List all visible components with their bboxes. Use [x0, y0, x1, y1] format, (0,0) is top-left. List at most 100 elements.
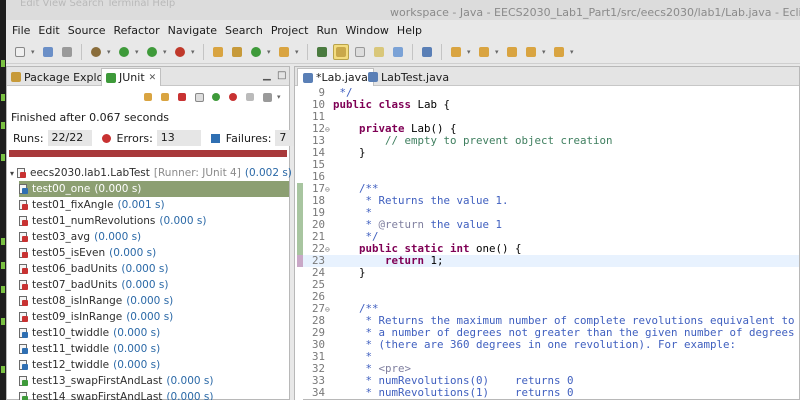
code-line[interactable]: 23 return 1;: [303, 255, 799, 267]
toggle-breadcrumb-icon[interactable]: [333, 43, 349, 60]
test-row[interactable]: test08_isInRange (0.000 s): [19, 293, 289, 309]
test-row[interactable]: test06_badUnits (0.000 s): [19, 261, 289, 277]
forward-dropdown-icon[interactable]: ▾: [570, 48, 576, 56]
run-dropdown-icon[interactable]: ▾: [135, 48, 141, 56]
new-package-icon[interactable]: [229, 44, 245, 60]
test-name: test10_twiddle: [32, 327, 110, 339]
test-row[interactable]: test00_one (0.000 s): [19, 181, 289, 197]
test-row[interactable]: test09_isInRange (0.000 s): [19, 309, 289, 325]
tab-junit[interactable]: JUnit ✕: [101, 68, 162, 86]
code-line[interactable]: 18 * Returns the value 1.: [303, 195, 799, 207]
open-type-dropdown-icon[interactable]: ▾: [295, 48, 301, 56]
test-row[interactable]: test11_twiddle (0.000 s): [19, 341, 289, 357]
code-token: return: [385, 254, 425, 267]
last-edit-location-icon[interactable]: [504, 44, 520, 60]
test-err-icon: [19, 216, 29, 226]
previous-failure-icon[interactable]: [158, 90, 172, 104]
maximize-icon[interactable]: □: [277, 70, 286, 81]
debug-dropdown-icon[interactable]: ▾: [107, 48, 113, 56]
next-annotation-dropdown-icon[interactable]: ▾: [467, 48, 473, 56]
code-line[interactable]: 14 }: [303, 147, 799, 159]
test-time: (0.000 s): [109, 247, 157, 259]
new-dropdown-icon[interactable]: ▾: [31, 48, 37, 56]
test-row[interactable]: test13_swapFirstAndLast (0.000 s): [19, 373, 289, 389]
menu-project[interactable]: Project: [267, 24, 313, 37]
code-line[interactable]: 34 * numRevolutions(1) returns 0: [303, 387, 799, 399]
code-line[interactable]: 10 public class Lab {: [303, 99, 799, 111]
menu-window[interactable]: Window: [342, 24, 393, 37]
show-whitespace-icon[interactable]: [352, 44, 368, 60]
test-row[interactable]: test07_badUnits (0.000 s): [19, 277, 289, 293]
code-line[interactable]: 30 * (there are 360 degrees in one revol…: [303, 339, 799, 351]
test-time: (0.000 s): [113, 327, 161, 339]
menu-navigate[interactable]: Navigate: [164, 24, 221, 37]
next-failure-icon[interactable]: [141, 90, 155, 104]
menu-run[interactable]: Run: [312, 24, 341, 37]
view-menu-icon[interactable]: ▾: [277, 93, 283, 101]
test-time: (0.000 s): [159, 215, 207, 227]
save-icon[interactable]: [40, 44, 56, 60]
menu-help[interactable]: Help: [393, 24, 426, 37]
test-row[interactable]: test14_swapFirstAndLast (0.000 s): [19, 389, 289, 400]
next-annotation-icon[interactable]: [448, 44, 464, 60]
code-line[interactable]: 25: [303, 279, 799, 291]
code-line[interactable]: 24 }: [303, 267, 799, 279]
back-icon[interactable]: [523, 44, 539, 60]
run-icon[interactable]: [116, 44, 132, 60]
test-name: test14_swapFirstAndLast: [32, 391, 163, 400]
open-type-icon[interactable]: [276, 44, 292, 60]
new-icon[interactable]: [12, 44, 28, 60]
pin-editor-icon[interactable]: [419, 44, 435, 60]
close-icon[interactable]: ✕: [149, 73, 157, 83]
runs-value: 22/22: [47, 130, 92, 146]
tab-lab-java-label: *Lab.java: [316, 71, 368, 84]
menu-source[interactable]: Source: [64, 24, 110, 37]
test-row[interactable]: test01_numRevolutions (0.000 s): [19, 213, 289, 229]
test-time: (0.000 s): [121, 263, 169, 275]
test-row[interactable]: test03_avg (0.000 s): [19, 229, 289, 245]
code-token: }: [333, 146, 366, 159]
toggle-mark-occurrences-icon[interactable]: [314, 44, 330, 60]
test-name: test12_twiddle: [32, 359, 110, 371]
test-err-icon: [19, 232, 29, 242]
test-row[interactable]: test01_fixAngle (0.001 s): [19, 197, 289, 213]
previous-annotation-icon[interactable]: [476, 44, 492, 60]
collapse-icon[interactable]: ▾: [7, 169, 17, 178]
test-row[interactable]: test10_twiddle (0.000 s): [19, 325, 289, 341]
new-class-icon[interactable]: [248, 44, 264, 60]
block-selection-icon[interactable]: [371, 44, 387, 60]
tab-labtest-java[interactable]: LabTest.java: [363, 68, 454, 86]
debug-icon[interactable]: [88, 44, 104, 60]
rerun-failures-first-icon[interactable]: [226, 90, 240, 104]
word-wrap-icon[interactable]: [390, 44, 406, 60]
test-fail-icon: [19, 184, 29, 194]
external-tools-icon[interactable]: [172, 44, 188, 60]
test-suite-node[interactable]: ▾ eecs2030.lab1.LabTest [Runner: JUnit 4](…: [7, 165, 292, 181]
test-ok-icon: [19, 392, 29, 400]
test-row[interactable]: test12_twiddle (0.000 s): [19, 357, 289, 373]
coverage-icon[interactable]: [144, 44, 160, 60]
menu-file[interactable]: File: [8, 24, 34, 37]
menu-refactor[interactable]: Refactor: [110, 24, 164, 37]
menu-edit[interactable]: Edit: [34, 24, 63, 37]
new-class-dropdown-icon[interactable]: ▾: [267, 48, 273, 56]
previous-annotation-dropdown-icon[interactable]: ▾: [495, 48, 501, 56]
code-line[interactable]: 13 // empty to prevent object creation: [303, 135, 799, 147]
test-row[interactable]: test05_isEven (0.000 s): [19, 245, 289, 261]
code-area[interactable]: 9 */10 public class Lab {11 12⊖ private La…: [295, 87, 800, 400]
back-dropdown-icon[interactable]: ▾: [542, 48, 548, 56]
minimize-icon[interactable]: ▁: [263, 70, 271, 81]
test-time: (0.000 s): [94, 231, 142, 243]
external-tools-dropdown-icon[interactable]: ▾: [191, 48, 197, 56]
stop-test-icon[interactable]: [243, 90, 257, 104]
new-java-project-icon[interactable]: [210, 44, 226, 60]
coverage-dropdown-icon[interactable]: ▾: [163, 48, 169, 56]
code-line[interactable]: 15: [303, 159, 799, 171]
rerun-test-icon[interactable]: [209, 90, 223, 104]
forward-icon[interactable]: [551, 44, 567, 60]
print-icon[interactable]: [59, 44, 75, 60]
test-run-history-icon[interactable]: [260, 90, 274, 104]
show-failures-only-icon[interactable]: [175, 90, 189, 104]
scroll-lock-icon[interactable]: [192, 90, 206, 104]
menu-search[interactable]: Search: [221, 24, 267, 37]
